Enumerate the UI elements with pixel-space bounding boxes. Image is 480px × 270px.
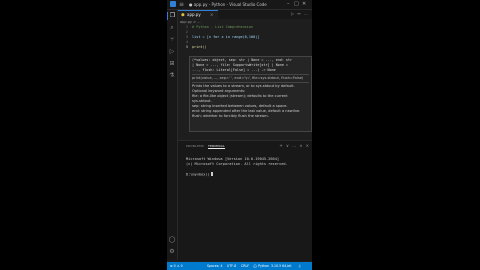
vscode-logo-icon <box>170 1 176 7</box>
activity-bar: ❐ ⌕ ⑂ ▷ ⊞ ⚗ ◯ ⚙ <box>167 10 178 260</box>
minimize-icon[interactable]: – <box>287 0 290 9</box>
vscode-window: ≡ ● app.py - Python - Visual Studio Code… <box>167 0 312 270</box>
bottom-panel: PROBLEMS TERMINAL + ∨ … ∧ × Microsoft Wi… <box>178 140 312 261</box>
status-bar: ⊗ 0 ⚠ 0 Spaces: 4 UTF-8 CRLF {} Python 3… <box>167 262 312 270</box>
status-indentation[interactable]: Spaces: 4 <box>207 262 223 270</box>
divider <box>192 74 309 75</box>
tab-problems[interactable]: PROBLEMS <box>186 144 204 148</box>
source-control-icon[interactable]: ⑂ <box>168 36 176 44</box>
run-debug-icon[interactable]: ▷ <box>168 48 176 56</box>
account-icon[interactable]: ◯ <box>168 236 176 244</box>
hamburger-icon[interactable]: ≡ <box>179 1 184 8</box>
tab-label: app.py <box>187 12 201 17</box>
window-title: ● app.py - Python - Visual Studio Code <box>189 2 267 7</box>
tab-terminal[interactable]: TERMINAL <box>208 144 225 149</box>
line-number: 5 <box>185 45 188 49</box>
short-signature: print(value, ..., sep=' ', end='\n', fil… <box>192 76 304 80</box>
terminal-prompt-text: D:\myvbox() <box>186 172 210 177</box>
status-eol[interactable]: CRLF <box>241 262 249 270</box>
python-file-icon: ⬢ <box>181 12 185 17</box>
doc-line: flush: whether to forcibly flush the str… <box>192 114 269 118</box>
notifications-bell-icon[interactable]: ♫ <box>298 262 301 270</box>
divider <box>192 82 309 83</box>
extensions-icon[interactable]: ⊞ <box>168 60 176 68</box>
problems-indicator[interactable]: ⊗ 0 ⚠ 0 <box>170 262 183 270</box>
editor-actions[interactable]: ▷ ↔ … <box>291 11 309 17</box>
explorer-icon[interactable]: ❐ <box>167 12 177 20</box>
code-text: print() <box>192 45 207 49</box>
code-line: 5 print() <box>178 45 312 50</box>
signature-help-popup: (*values: object, sep: str | None = ...,… <box>189 56 312 132</box>
title-bar: ≡ ● app.py - Python - Visual Studio Code… <box>167 0 312 10</box>
panel-tabs: PROBLEMS TERMINAL + ∨ … ∧ × <box>178 141 312 150</box>
text-cursor <box>210 172 213 176</box>
settings-gear-icon[interactable]: ⚙ <box>168 248 176 256</box>
search-icon[interactable]: ⌕ <box>168 24 176 32</box>
maximize-icon[interactable]: □ <box>294 0 299 9</box>
testing-icon[interactable]: ⚗ <box>168 72 176 80</box>
status-interpreter[interactable]: 3.10.5 64-bit <box>271 262 292 270</box>
editor-tab-bar: ⬢ app.py × ▷ ↔ … <box>178 10 312 19</box>
status-encoding[interactable]: UTF-8 <box>227 262 236 270</box>
terminal-line: (c) Microsoft Corporation. All rights re… <box>186 162 288 166</box>
terminal-prompt[interactable]: D:\myvbox() <box>186 172 213 178</box>
panel-actions[interactable]: + ∨ … ∧ × <box>279 143 310 149</box>
tab-app-py[interactable]: ⬢ app.py × <box>178 10 218 19</box>
signature-line: ..., flush: Literal[False] = ...) -> Non… <box>192 68 276 72</box>
close-tab-icon[interactable]: × <box>210 12 213 18</box>
status-language[interactable]: {} Python <box>253 262 269 270</box>
close-icon[interactable]: ✕ <box>302 0 306 9</box>
